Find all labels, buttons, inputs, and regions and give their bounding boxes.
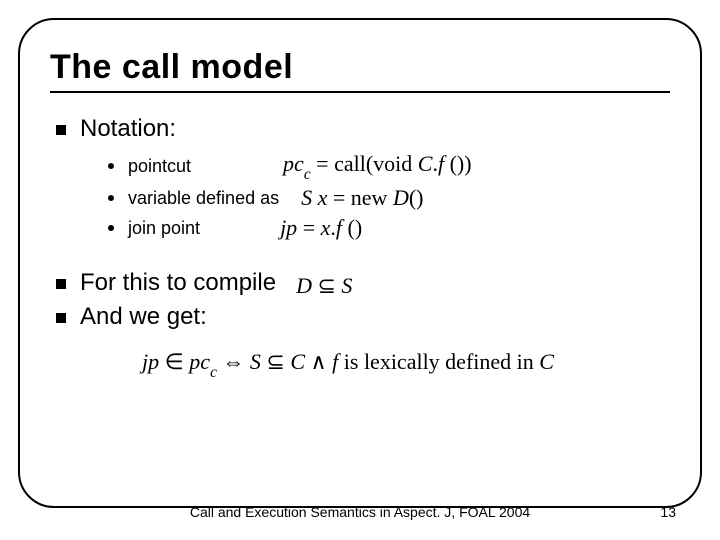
math-var: D xyxy=(393,185,409,210)
bullet-notation: Notation: xyxy=(56,115,678,143)
result-label: And we get: xyxy=(80,303,207,331)
math-op: ∈ xyxy=(159,349,189,374)
math-var: jp xyxy=(142,349,159,374)
square-bullet-icon xyxy=(56,279,66,289)
dot-bullet-icon xyxy=(108,195,114,201)
notation-label: Notation: xyxy=(80,115,176,143)
compile-formula: D ⊆ S xyxy=(296,273,352,299)
pointcut-label: pointcut xyxy=(128,156,191,177)
math-op: ∧ xyxy=(305,349,332,374)
conclusion-formula: jp ∈ pcc ⇔ S ⊆ C ∧ f is lexically define… xyxy=(142,349,678,379)
compile-label: For this to compile xyxy=(80,269,276,297)
math-var: x xyxy=(312,185,327,210)
bullet-compile: For this to compile D ⊆ S xyxy=(56,269,678,299)
math-var: x xyxy=(321,215,331,240)
sub-item-pointcut: pointcut pcc = call(void C.f ()) xyxy=(108,151,678,181)
variable-formula: S x = new D() xyxy=(301,185,423,211)
math-var: S xyxy=(250,349,261,374)
square-bullet-icon xyxy=(56,125,66,135)
math-var: S xyxy=(341,273,352,298)
footer-text: Call and Execution Semantics in Aspect. … xyxy=(0,504,720,520)
sub-item-joinpoint: join point jp = x.f () xyxy=(108,215,678,241)
title-underline xyxy=(50,91,670,93)
notation-sublist: pointcut pcc = call(void C.f ()) variabl… xyxy=(108,151,678,241)
math-text: () xyxy=(409,185,424,210)
pointcut-formula: pcc = call(void C.f ()) xyxy=(283,151,472,181)
math-var: pc xyxy=(283,151,304,176)
slide: The call model Notation: pointcut pcc = … xyxy=(0,0,720,540)
joinpoint-formula: jp = x.f () xyxy=(280,215,362,241)
math-op: ⇔ xyxy=(217,349,250,374)
math-text: is lexically defined in xyxy=(338,349,539,374)
math-var: pc xyxy=(189,349,210,374)
math-var: S xyxy=(301,185,312,210)
sub-item-variable: variable defined as S x = new D() xyxy=(108,185,678,211)
math-text: () xyxy=(342,215,362,240)
math-sub: c xyxy=(304,166,311,183)
square-bullet-icon xyxy=(56,313,66,323)
math-var: C xyxy=(290,349,305,374)
math-text: = xyxy=(297,215,320,240)
mid-section: For this to compile D ⊆ S And we get: jp… xyxy=(56,269,678,379)
math-text: = call(void xyxy=(311,151,418,176)
slide-title: The call model xyxy=(50,48,678,87)
math-var: C xyxy=(418,151,433,176)
math-op: ⊆ xyxy=(312,273,341,298)
content-area: Notation: pointcut pcc = call(void C.f (… xyxy=(56,115,678,380)
math-text: ()) xyxy=(444,151,471,176)
variable-label: variable defined as xyxy=(128,188,279,209)
page-number: 13 xyxy=(660,504,676,520)
math-text: = new xyxy=(327,185,393,210)
dot-bullet-icon xyxy=(108,163,114,169)
math-sub: c xyxy=(210,364,217,381)
dot-bullet-icon xyxy=(108,225,114,231)
joinpoint-label: join point xyxy=(128,218,200,239)
bullet-result: And we get: xyxy=(56,303,678,331)
math-var: C xyxy=(539,349,554,374)
math-var: jp xyxy=(280,215,297,240)
math-op: ⊆ xyxy=(261,349,290,374)
math-var: D xyxy=(296,273,312,298)
